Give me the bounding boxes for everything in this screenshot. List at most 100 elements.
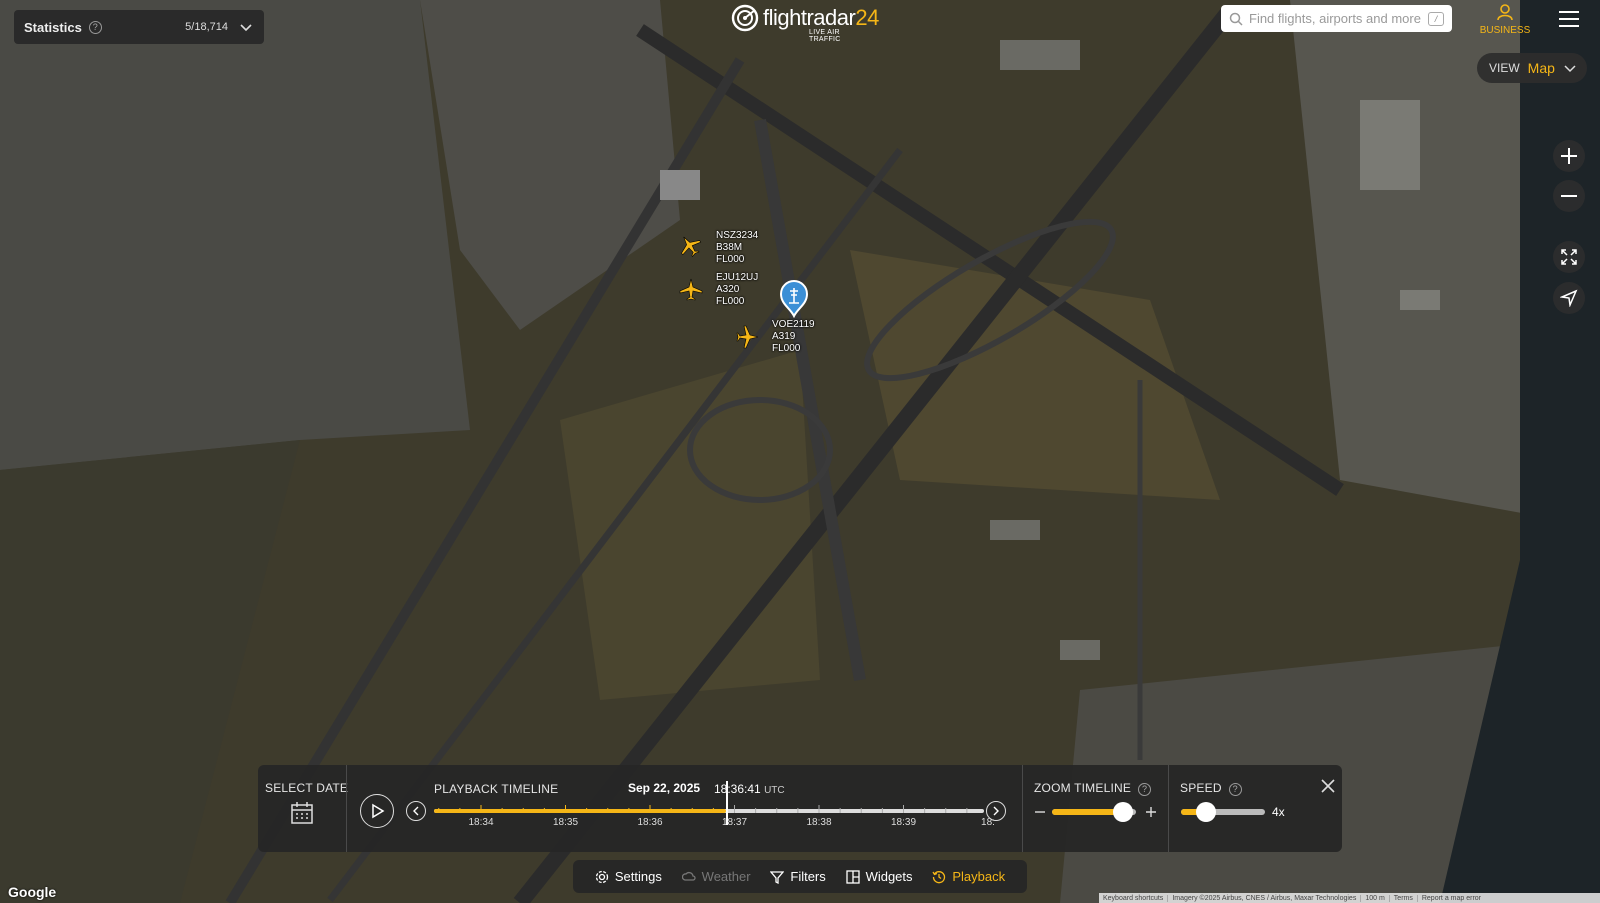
nav-settings-label: Settings <box>614 869 662 884</box>
aircraft-label[interactable]: EJU12UJ A320 FL000 <box>716 272 758 308</box>
business-account-button[interactable]: BUSINESS <box>1477 3 1533 36</box>
speed-slider[interactable] <box>1181 802 1265 822</box>
callsign: EJU12UJ <box>716 272 759 283</box>
google-logo: Google <box>8 884 57 900</box>
search-shortcut-key: / <box>1428 11 1444 26</box>
aircraft-type: A320 <box>716 284 740 295</box>
zoom-slider[interactable] <box>1052 802 1136 822</box>
business-label: BUSINESS <box>1479 25 1531 36</box>
radar-logo-icon <box>731 4 759 32</box>
statistics-count: 5/18,714 <box>185 21 228 33</box>
nav-weather-label: Weather <box>701 869 751 884</box>
flight-level: FL000 <box>716 254 745 265</box>
close-icon[interactable] <box>1321 779 1335 793</box>
logo-wordmark: flightradar24 <box>763 5 879 31</box>
search-icon <box>1229 12 1243 26</box>
timeline-tick-label: 18:38 <box>806 817 832 828</box>
nav-playback-label: Playback <box>952 869 1006 884</box>
timeline-tick-label: 18:35 <box>552 817 579 828</box>
filter-icon <box>770 870 785 884</box>
timeline-cursor[interactable] <box>725 781 728 825</box>
playback-timeline-section: PLAYBACK TIMELINE Sep 22, 2025 18:36:41 … <box>346 765 1022 852</box>
top-bar: Statistics ? 5/18,714 flightradar24 LIVE… <box>0 0 1600 44</box>
bottom-nav: Settings Weather Filters Widgets Playbac… <box>573 860 1027 893</box>
aircraft-label[interactable]: NSZ3234 B38M FL000 <box>716 230 758 266</box>
keyboard-shortcuts-link[interactable]: Keyboard shortcuts <box>1099 894 1169 902</box>
report-error-link[interactable]: Report a map error <box>1418 895 1485 902</box>
minus-icon[interactable] <box>1034 806 1046 818</box>
locate-me-button[interactable] <box>1553 282 1585 314</box>
nav-widgets[interactable]: Widgets <box>845 869 913 884</box>
view-label: VIEW <box>1489 61 1520 75</box>
chevron-right-icon <box>993 806 999 816</box>
zoom-in-button[interactable] <box>1553 140 1585 172</box>
callsign: NSZ3234 <box>716 230 759 241</box>
statistics-panel[interactable]: Statistics ? 5/18,714 <box>14 10 264 44</box>
step-forward-button[interactable] <box>986 801 1006 821</box>
zoom-timeline-title: ZOOM TIMELINE? <box>1034 781 1152 796</box>
timeline-tick-label: 18:39 <box>890 817 917 828</box>
speed-label: SPEED <box>1180 781 1222 795</box>
nav-filters[interactable]: Filters <box>770 869 826 884</box>
zoom-slider-handle[interactable] <box>1113 802 1134 822</box>
scale-label: 100 m <box>1361 894 1390 902</box>
nav-widgets-label: Widgets <box>865 869 913 884</box>
timeline-ticks: 18:34 18:35 18:36 18:37 18:38 18:39 18: <box>434 805 995 828</box>
map-attribution: Keyboard shortcuts Imagery ©2025 Airbus,… <box>1099 893 1600 903</box>
view-value: Map <box>1527 60 1555 76</box>
search-input[interactable] <box>1249 11 1428 26</box>
flightradar24-logo[interactable]: flightradar24 LIVE AIR TRAFFIC <box>731 2 879 43</box>
gear-icon <box>595 870 609 883</box>
timeline-tick-marks <box>438 805 968 813</box>
building <box>1400 290 1440 310</box>
fullscreen-icon <box>1561 249 1577 265</box>
fullscreen-button[interactable] <box>1553 241 1585 273</box>
speed-title: SPEED? <box>1180 781 1242 796</box>
logo-number: 24 <box>855 5 879 30</box>
aircraft-type: B38M <box>716 242 743 253</box>
aircraft-type: A319 <box>772 331 796 342</box>
zoom-out-button[interactable] <box>1553 180 1585 212</box>
play-button[interactable] <box>360 794 394 828</box>
view-selector[interactable]: VIEW Map <box>1477 53 1587 83</box>
select-date-label: SELECT DATE <box>265 781 349 795</box>
building <box>1000 40 1080 70</box>
plus-icon[interactable] <box>1145 806 1157 818</box>
chevron-left-icon <box>413 806 419 816</box>
speed-slider-handle[interactable] <box>1196 802 1217 822</box>
aircraft-label[interactable]: VOE2119 A319 FL000 <box>772 319 815 355</box>
minus-icon <box>1561 195 1577 197</box>
statistics-title: Statistics <box>24 19 82 35</box>
user-icon <box>1497 4 1513 21</box>
logo-main-text: flightradar <box>763 5 856 30</box>
callsign: VOE2119 <box>772 319 815 330</box>
terminal-building <box>1360 100 1420 190</box>
history-icon <box>932 870 946 883</box>
chevron-down-icon <box>1564 65 1576 73</box>
help-icon[interactable]: ? <box>1138 782 1152 796</box>
terms-link[interactable]: Terms <box>1390 894 1418 902</box>
nav-playback[interactable]: Playback <box>932 869 1005 884</box>
timezone-label: UTC <box>764 785 785 796</box>
building <box>990 520 1040 540</box>
nav-settings[interactable]: Settings <box>595 869 662 884</box>
menu-icon[interactable] <box>1558 10 1580 28</box>
zoom-timeline-section: ZOOM TIMELINE? <box>1022 765 1168 852</box>
playback-time-value: 18:36:41 <box>714 782 761 796</box>
calendar-icon[interactable] <box>290 801 314 825</box>
location-arrow-icon <box>1560 289 1578 307</box>
help-icon[interactable]: ? <box>1228 782 1242 796</box>
speed-section: SPEED? 4x <box>1168 765 1342 852</box>
chevron-down-icon[interactable] <box>238 19 254 35</box>
town-area-west <box>0 0 470 470</box>
select-date-section[interactable]: SELECT DATE <box>258 765 349 852</box>
timeline-tick-label: 18:34 <box>468 817 494 828</box>
flight-level: FL000 <box>772 343 801 354</box>
help-icon[interactable]: ? <box>88 20 102 34</box>
zoom-timeline-label: ZOOM TIMELINE <box>1034 781 1132 795</box>
search-box[interactable]: / <box>1221 5 1452 32</box>
nav-weather[interactable]: Weather <box>681 869 751 884</box>
hangar <box>660 170 700 200</box>
step-back-button[interactable] <box>406 801 426 821</box>
play-icon <box>372 803 385 819</box>
